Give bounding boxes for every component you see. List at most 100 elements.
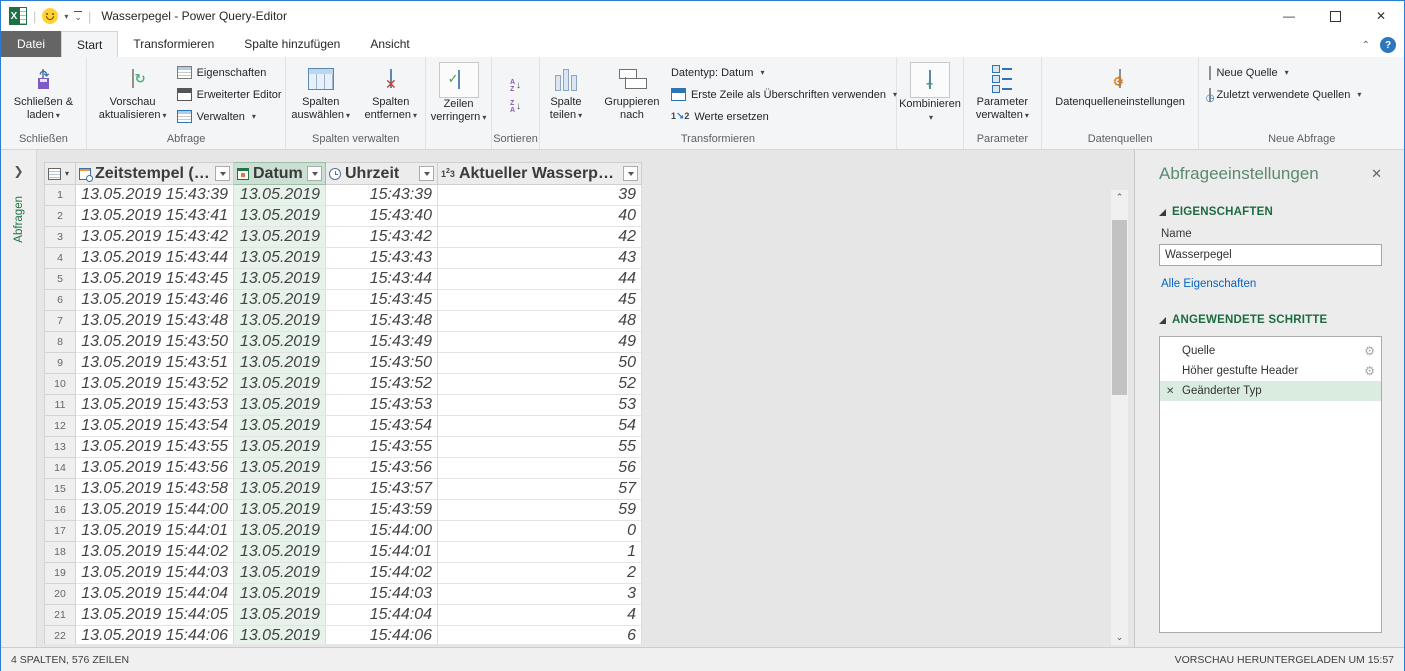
row-number[interactable]: 3 [44,227,76,248]
row-number[interactable]: 13 [44,437,76,458]
help-icon[interactable]: ? [1380,37,1396,53]
filter-dropdown-button[interactable] [215,166,230,181]
refresh-preview-button[interactable]: ↻ Vorschau aktualisieren▾ [91,61,175,123]
tab-datei[interactable]: Datei [1,31,61,57]
feedback-smiley-icon[interactable] [42,8,58,24]
row-number[interactable]: 16 [44,500,76,521]
cell[interactable]: 13.05.2019 [234,206,326,227]
row-number[interactable]: 17 [44,521,76,542]
cell[interactable]: 15:43:55 [326,437,438,458]
cell[interactable]: 15:43:50 [326,353,438,374]
step-settings-gear-icon[interactable]: ⚙ [1364,344,1375,358]
cell[interactable]: 13.05.2019 [234,458,326,479]
column-header-4[interactable]: 123Aktueller Wasserpegel [cm] [438,162,642,185]
cell[interactable]: 13.05.2019 [234,332,326,353]
all-properties-link[interactable]: Alle Eigenschaften [1161,278,1256,290]
row-number[interactable]: 1 [44,185,76,206]
combine-button[interactable]: + Kombinieren▾ [896,61,964,125]
cell[interactable]: 15:44:00 [326,521,438,542]
cell[interactable]: 15:44:03 [326,584,438,605]
replace-values-button[interactable]: 1↘2Werte ersetzen [671,107,769,126]
cell[interactable]: 13.05.2019 [234,479,326,500]
cell[interactable]: 13.05.2019 15:44:00 [76,500,234,521]
cell[interactable]: 15:43:54 [326,416,438,437]
reduce-rows-button[interactable]: ✓ Zeilen verringern▾ [425,61,493,125]
cell[interactable]: 13.05.2019 [234,269,326,290]
remove-columns-button[interactable]: ✕ Spalten entfernen▾ [357,61,425,123]
collapse-ribbon-icon[interactable]: ⌃ [1362,40,1370,51]
cell[interactable]: 15:43:56 [326,458,438,479]
row-number[interactable]: 15 [44,479,76,500]
scroll-down-icon[interactable]: ⌄ [1111,630,1128,645]
query-name-input[interactable] [1159,244,1382,266]
cell[interactable]: 1 [438,542,642,563]
scroll-up-icon[interactable]: ⌃ [1111,190,1128,205]
panel-close-icon[interactable]: ✕ [1371,166,1382,182]
cell[interactable]: 13.05.2019 [234,416,326,437]
row-number[interactable]: 2 [44,206,76,227]
row-number[interactable]: 19 [44,563,76,584]
cell[interactable]: 13.05.2019 15:43:42 [76,227,234,248]
column-header-2[interactable]: Datum [234,162,326,185]
cell[interactable]: 13.05.2019 15:43:48 [76,311,234,332]
cell[interactable]: 13.05.2019 [234,248,326,269]
filter-dropdown-button[interactable] [623,166,638,181]
cell[interactable]: 13.05.2019 15:43:46 [76,290,234,311]
cell[interactable]: 15:43:48 [326,311,438,332]
row-number[interactable]: 20 [44,584,76,605]
cell[interactable]: 13.05.2019 15:44:06 [76,626,234,644]
cell[interactable]: 0 [438,521,642,542]
data-source-settings-button[interactable]: ⚙ Datenquelleneinstellungen [1042,61,1198,110]
filter-dropdown-button[interactable] [419,166,434,181]
cell[interactable]: 53 [438,395,642,416]
properties-button[interactable]: Eigenschaften [177,63,282,82]
cell[interactable]: 42 [438,227,642,248]
close-button[interactable]: ✕ [1358,1,1404,31]
cell[interactable]: 15:43:42 [326,227,438,248]
filter-dropdown-button[interactable] [307,166,322,181]
cell[interactable]: 13.05.2019 15:44:05 [76,605,234,626]
tab-transformieren[interactable]: Transformieren [118,31,229,57]
cell[interactable]: 13.05.2019 [234,542,326,563]
cell[interactable]: 15:43:40 [326,206,438,227]
cell[interactable]: 13.05.2019 15:43:56 [76,458,234,479]
delete-step-icon[interactable]: ✕ [1166,386,1182,397]
cell[interactable]: 13.05.2019 15:43:58 [76,479,234,500]
cell[interactable]: 13.05.2019 15:44:03 [76,563,234,584]
cell[interactable]: 39 [438,185,642,206]
cell[interactable]: 13.05.2019 15:43:45 [76,269,234,290]
cell[interactable]: 13.05.2019 15:43:53 [76,395,234,416]
sort-ascending-button[interactable]: AZ↓ [506,77,525,94]
cell[interactable]: 15:43:52 [326,374,438,395]
split-column-button[interactable]: Spalte teilen▾ [539,61,593,123]
tab-spalte-hinzufuegen[interactable]: Spalte hinzufügen [229,31,355,57]
scrollbar-thumb[interactable] [1112,220,1127,395]
row-number[interactable]: 7 [44,311,76,332]
cell[interactable]: 13.05.2019 [234,353,326,374]
cell[interactable]: 48 [438,311,642,332]
step-settings-gear-icon[interactable]: ⚙ [1364,364,1375,378]
cell[interactable]: 13.05.2019 [234,605,326,626]
row-number[interactable]: 8 [44,332,76,353]
cell[interactable]: 13.05.2019 [234,626,326,644]
cell[interactable]: 45 [438,290,642,311]
cell[interactable]: 13.05.2019 [234,437,326,458]
cell[interactable]: 13.05.2019 [234,227,326,248]
applied-step-3[interactable]: ✕Geänderter Typ [1160,381,1381,401]
properties-section-header[interactable]: EIGENSCHAFTEN [1159,206,1382,218]
cell[interactable]: 4 [438,605,642,626]
cell[interactable]: 13.05.2019 [234,290,326,311]
cell[interactable]: 13.05.2019 15:43:50 [76,332,234,353]
cell[interactable]: 49 [438,332,642,353]
table-corner-button[interactable]: ▾ [44,162,76,185]
smiley-dropdown-caret[interactable]: ▾ [64,12,68,21]
cell[interactable]: 13.05.2019 15:43:55 [76,437,234,458]
cell[interactable]: 15:43:43 [326,248,438,269]
cell[interactable]: 13.05.2019 15:44:04 [76,584,234,605]
close-and-load-button[interactable]: ↷ Schließen & laden▾ [8,61,78,123]
row-number[interactable]: 11 [44,395,76,416]
new-source-button[interactable]: Neue Quelle▾ [1209,63,1361,82]
cell[interactable]: 52 [438,374,642,395]
row-number[interactable]: 10 [44,374,76,395]
cell[interactable]: 13.05.2019 [234,374,326,395]
